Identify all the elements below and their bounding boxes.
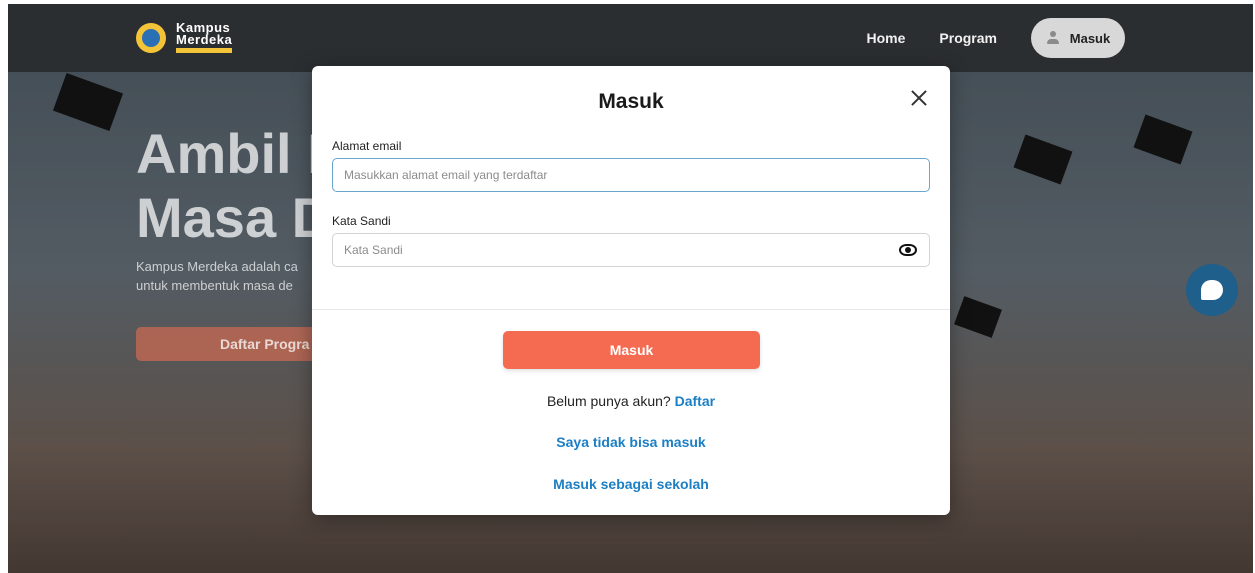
- nav-links: Home Program Masuk: [867, 18, 1125, 58]
- chat-icon: [1201, 280, 1223, 300]
- login-submit-button[interactable]: Masuk: [503, 331, 760, 369]
- nav-login-label: Masuk: [1069, 30, 1111, 46]
- modal-title: Masuk: [598, 90, 664, 113]
- nav-program-link[interactable]: Program: [939, 30, 997, 46]
- graduation-cap-decoration: [1133, 114, 1193, 165]
- graduation-cap-decoration: [52, 72, 124, 132]
- password-label: Kata Sandi: [332, 214, 391, 228]
- eye-icon[interactable]: [899, 244, 917, 256]
- cannot-login-row: Saya tidak bisa masuk: [312, 434, 950, 450]
- modal-divider: [312, 309, 950, 310]
- email-field-wrapper: [332, 158, 930, 192]
- user-icon: [1046, 31, 1060, 45]
- nav-login-button[interactable]: Masuk: [1031, 18, 1125, 58]
- graduation-cap-decoration: [1013, 134, 1073, 185]
- login-modal: Masuk Alamat email Kata Sandi Masuk Belu…: [312, 66, 950, 515]
- school-login-link[interactable]: Masuk sebagai sekolah: [553, 476, 709, 492]
- chat-button[interactable]: [1186, 264, 1238, 316]
- hero-cta-button[interactable]: Daftar Progra: [136, 327, 336, 361]
- cannot-login-link[interactable]: Saya tidak bisa masuk: [556, 434, 705, 450]
- graduation-cap-decoration: [954, 296, 1002, 338]
- hero-title: Ambil I Masa D: [136, 122, 332, 250]
- logo-wordmark: Kampus Merdeka: [176, 21, 233, 53]
- kampus-merdeka-logo[interactable]: Kampus Merdeka: [136, 21, 233, 53]
- hero-subtitle: Kampus Merdeka adalah ca untuk membentuk…: [136, 257, 316, 295]
- hero-subtitle-line-1: Kampus Merdeka adalah ca: [136, 259, 298, 274]
- hero-title-line-2: Masa D: [136, 186, 333, 249]
- nav-home-link[interactable]: Home: [867, 30, 906, 46]
- close-icon[interactable]: [907, 86, 931, 110]
- email-input[interactable]: [344, 168, 884, 182]
- logo-strip: [176, 48, 232, 53]
- school-login-row: Masuk sebagai sekolah: [312, 476, 950, 492]
- hero-title-line-1: Ambil I: [136, 122, 323, 185]
- signup-link[interactable]: Daftar: [675, 393, 715, 409]
- logo-line-2: Merdeka: [176, 32, 233, 47]
- top-navbar: Kampus Merdeka Home Program Masuk: [8, 4, 1253, 72]
- password-field-wrapper: [332, 233, 930, 267]
- emblem-icon: [136, 22, 166, 53]
- email-label: Alamat email: [332, 139, 402, 153]
- password-input[interactable]: [344, 243, 884, 257]
- hero-subtitle-line-2: untuk membentuk masa de: [136, 278, 293, 293]
- signup-prompt: Belum punya akun? Daftar: [312, 393, 950, 409]
- no-account-text: Belum punya akun?: [546, 393, 671, 409]
